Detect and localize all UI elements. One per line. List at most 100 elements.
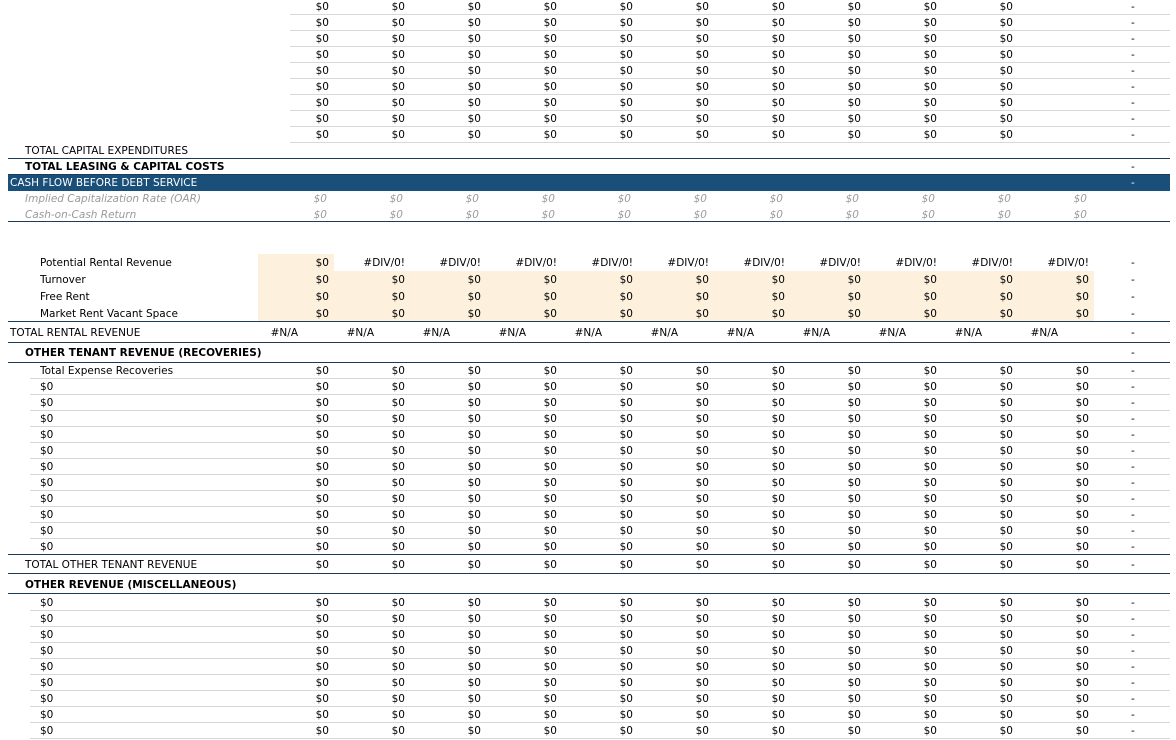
value-cell[interactable]: $0 <box>497 675 557 691</box>
value-cell[interactable]: $0 <box>1027 191 1087 207</box>
value-cell[interactable]: $0 <box>421 427 481 443</box>
value-cell[interactable]: $0 <box>1029 427 1089 443</box>
value-cell[interactable]: #DIV/0! <box>953 255 1013 271</box>
value-cell[interactable]: $0 <box>1029 395 1089 411</box>
value-cell[interactable]: $0 <box>497 611 557 627</box>
value-cell[interactable]: $0 <box>421 659 481 675</box>
value-cell[interactable]: $0 <box>497 627 557 643</box>
value-cell[interactable]: $0 <box>345 31 405 47</box>
value-cell[interactable]: $0 <box>649 47 709 63</box>
value-cell[interactable]: $0 <box>497 595 557 611</box>
value-cell[interactable]: $0 <box>419 191 479 207</box>
value-cell[interactable]: $0 <box>421 723 481 739</box>
value-cell[interactable]: $0 <box>345 627 405 643</box>
value-cell[interactable]: $0 <box>801 363 861 379</box>
value-cell[interactable]: $0 <box>269 379 329 395</box>
value-cell[interactable]: $0 <box>649 111 709 127</box>
value-cell[interactable]: $0 <box>421 395 481 411</box>
value-cell[interactable]: $0 <box>801 659 861 675</box>
value-cell[interactable]: $0 <box>953 95 1013 111</box>
value-cell[interactable]: $0 <box>345 111 405 127</box>
value-cell[interactable]: $0 <box>573 95 633 111</box>
value-cell[interactable]: $0 <box>269 427 329 443</box>
value-cell[interactable]: $0 <box>877 395 937 411</box>
value-cell[interactable]: $0 <box>573 557 633 573</box>
value-cell[interactable]: $0 <box>345 47 405 63</box>
value-cell[interactable]: $0 <box>875 191 935 207</box>
value-cell[interactable]: $0 <box>953 459 1013 475</box>
value-cell[interactable]: $0 <box>953 111 1013 127</box>
value-cell[interactable]: $0 <box>345 523 405 539</box>
value-cell[interactable]: $0 <box>953 675 1013 691</box>
value-cell[interactable]: $0 <box>497 0 557 15</box>
value-cell[interactable]: $0 <box>801 47 861 63</box>
value-cell[interactable]: $0 <box>269 79 329 95</box>
value-cell[interactable]: $0 <box>497 557 557 573</box>
value-cell[interactable]: $0 <box>573 675 633 691</box>
value-cell[interactable]: $0 <box>725 379 785 395</box>
value-cell[interactable]: $0 <box>801 127 861 143</box>
value-cell[interactable]: $0 <box>1029 491 1089 507</box>
value-cell[interactable]: $0 <box>799 191 859 207</box>
value-cell[interactable]: $0 <box>801 557 861 573</box>
value-cell[interactable]: $0 <box>421 363 481 379</box>
value-cell[interactable]: $0 <box>497 507 557 523</box>
value-cell[interactable]: $0 <box>1029 272 1089 288</box>
value-cell[interactable]: $0 <box>573 523 633 539</box>
value-cell[interactable]: $0 <box>497 127 557 143</box>
value-cell[interactable]: $0 <box>649 63 709 79</box>
value-cell[interactable]: $0 <box>649 611 709 627</box>
value-cell[interactable]: $0 <box>421 306 481 322</box>
value-cell[interactable]: $0 <box>573 306 633 322</box>
value-cell[interactable]: #DIV/0! <box>345 255 405 271</box>
value-cell[interactable]: $0 <box>801 523 861 539</box>
value-cell[interactable]: $0 <box>877 15 937 31</box>
value-cell[interactable]: $0 <box>421 63 481 79</box>
value-cell[interactable]: $0 <box>497 31 557 47</box>
value-cell[interactable]: $0 <box>725 127 785 143</box>
value-cell[interactable]: $0 <box>725 0 785 15</box>
value-cell[interactable]: $0 <box>801 306 861 322</box>
value-cell[interactable]: #DIV/0! <box>877 255 937 271</box>
value-cell[interactable]: $0 <box>953 611 1013 627</box>
value-cell[interactable]: $0 <box>269 15 329 31</box>
value-cell[interactable]: $0 <box>345 79 405 95</box>
value-cell[interactable]: $0 <box>877 272 937 288</box>
value-cell[interactable]: $0 <box>725 427 785 443</box>
value-cell[interactable]: $0 <box>1029 523 1089 539</box>
value-cell[interactable]: $0 <box>725 31 785 47</box>
value-cell[interactable]: $0 <box>573 31 633 47</box>
value-cell[interactable]: $0 <box>497 443 557 459</box>
value-cell[interactable]: $0 <box>573 427 633 443</box>
value-cell[interactable]: $0 <box>953 379 1013 395</box>
value-cell[interactable]: $0 <box>877 507 937 523</box>
value-cell[interactable]: $0 <box>649 643 709 659</box>
value-cell[interactable]: $0 <box>269 723 329 739</box>
value-cell[interactable]: #N/A <box>846 325 906 341</box>
value-cell[interactable]: $0 <box>421 707 481 723</box>
value-cell[interactable]: $0 <box>953 47 1013 63</box>
value-cell[interactable]: $0 <box>725 475 785 491</box>
value-cell[interactable]: $0 <box>649 15 709 31</box>
value-cell[interactable]: $0 <box>801 63 861 79</box>
value-cell[interactable]: $0 <box>497 289 557 305</box>
value-cell[interactable]: $0 <box>421 127 481 143</box>
value-cell[interactable]: $0 <box>725 79 785 95</box>
value-cell[interactable]: $0 <box>1029 627 1089 643</box>
value-cell[interactable]: $0 <box>877 523 937 539</box>
value-cell[interactable]: $0 <box>1029 675 1089 691</box>
value-cell[interactable]: $0 <box>953 691 1013 707</box>
value-cell[interactable]: $0 <box>1029 443 1089 459</box>
value-cell[interactable]: $0 <box>497 691 557 707</box>
value-cell[interactable]: $0 <box>649 272 709 288</box>
value-cell[interactable]: $0 <box>267 191 327 207</box>
value-cell[interactable]: $0 <box>497 491 557 507</box>
value-cell[interactable]: #N/A <box>238 325 298 341</box>
value-cell[interactable]: $0 <box>573 272 633 288</box>
value-cell[interactable]: $0 <box>421 111 481 127</box>
value-cell[interactable]: $0 <box>801 395 861 411</box>
value-cell[interactable]: #N/A <box>466 325 526 341</box>
value-cell[interactable]: $0 <box>877 289 937 305</box>
value-cell[interactable]: $0 <box>953 395 1013 411</box>
value-cell[interactable]: $0 <box>877 427 937 443</box>
